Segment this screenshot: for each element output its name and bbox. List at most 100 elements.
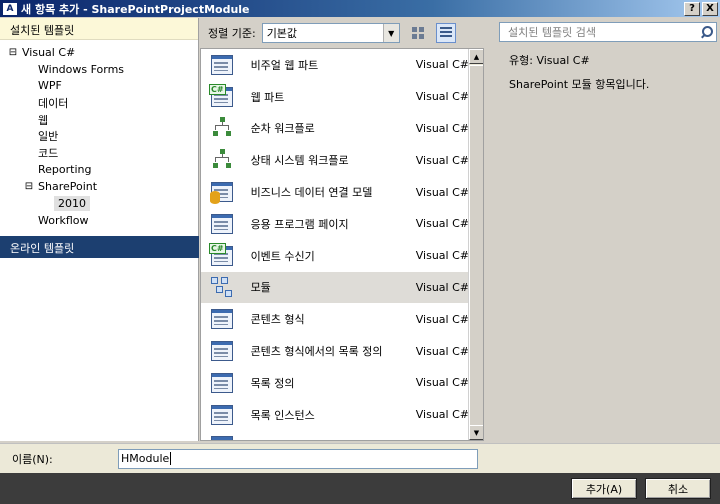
installed-templates-header[interactable]: 설치된 템플릿 (0, 18, 198, 40)
name-label: 이름(N): (12, 452, 53, 466)
search-input[interactable]: 설치된 템플릿 검색 (499, 22, 717, 42)
template-category-pane: 설치된 템플릿 ⊟ Visual C# Windows Forms WPF 데이터웹 일반… (0, 18, 199, 441)
name-field-value: HModule (121, 452, 170, 465)
text-caret (170, 452, 172, 465)
template-language: Visual C# (415, 280, 469, 294)
template-name: 빈 요소 (251, 438, 416, 440)
application-page-icon (209, 211, 235, 237)
template-language: Visual C# (416, 440, 469, 441)
template-item[interactable]: 비주얼 웹 파트 Visual C# (201, 49, 469, 81)
template-item[interactable]: 비즈니스 데이터 연결 모델 Visual C# (201, 176, 469, 208)
collapse-toggle-icon[interactable]: ⊟ (8, 47, 18, 58)
module-icon (209, 274, 235, 300)
tree-item-label: SharePoint (38, 180, 98, 194)
tree-item[interactable]: Workflow (0, 212, 198, 229)
sort-dropdown[interactable]: 기본값 ▼ (261, 23, 400, 43)
template-item[interactable]: 콘텐츠 형식에서의 목록 정의 Visual C# (201, 335, 469, 367)
business-data-model-icon (209, 179, 235, 205)
content-type-icon (209, 306, 235, 332)
template-item[interactable]: 상태 시스템 워크플로 Visual C# (201, 144, 469, 176)
category-tree: ⊟ Visual C# Windows Forms WPF 데이터웹 일반코드 Report… (0, 40, 198, 229)
sort-selected-value: 기본값 (266, 27, 298, 40)
name-field[interactable]: HModule (118, 448, 478, 469)
template-item[interactable]: C# 웹 파트 Visual C# (201, 81, 469, 113)
search-placeholder: 설치된 템플릿 검색 (508, 26, 596, 39)
list-definition-from-content-type-icon (209, 338, 235, 364)
empty-element-icon (209, 433, 235, 440)
template-name: 모듈 (250, 281, 271, 295)
template-name: 콘텐츠 형식 (250, 313, 305, 327)
template-items: 비주얼 웹 파트 Visual C# C# 웹 파트 Visual C# 순차 워크플로 V… (201, 49, 469, 441)
template-language: Visual C# (415, 153, 469, 167)
template-name: 비즈니스 데이터 연결 모델 (250, 186, 373, 200)
template-type-line: 유형: Visual C# (509, 54, 590, 67)
search-icon[interactable] (698, 24, 714, 40)
close-button[interactable]: X (702, 1, 718, 16)
tree-item[interactable]: ⊟ Visual C# (0, 44, 198, 61)
template-item[interactable]: C# 이벤트 수신기 Visual C# (201, 240, 469, 272)
online-templates-item[interactable]: 온라인 템플릿 (0, 236, 199, 258)
event-receiver-icon: C# (209, 242, 235, 269)
title-bar: A 새 항목 추가 - SharePointProjectModule ? X (0, 0, 720, 17)
sort-label: 정렬 기준: (208, 27, 256, 40)
template-item[interactable]: 목록 정의 Visual C# (201, 367, 469, 399)
tree-item[interactable]: 코드 (0, 145, 198, 162)
list-view-button[interactable] (435, 23, 456, 43)
scroll-up-button[interactable]: ▲ (469, 49, 483, 64)
template-item[interactable]: 순차 워크플로 Visual C# (201, 113, 469, 145)
template-item[interactable]: 모듈 Visual C# (201, 271, 469, 304)
tree-item-label: Workflow (38, 213, 89, 227)
collapse-toggle-icon[interactable]: ⊟ (24, 181, 34, 192)
scroll-down-button[interactable]: ▼ (469, 425, 483, 440)
small-icons-view-button[interactable] (408, 23, 428, 43)
help-button[interactable]: ? (684, 1, 700, 16)
dialog-button-bar: 추가(A) 취소 (0, 473, 720, 504)
tree-item-label: WPF (38, 79, 62, 93)
template-list-scrollbar[interactable]: ▲ ▼ (468, 49, 483, 440)
webpart-icon: C# (209, 83, 235, 110)
name-row: 이름(N): HModule (0, 443, 720, 473)
tree-item-label: Windows Forms (38, 62, 125, 76)
sequential-workflow-icon (209, 115, 235, 141)
template-name: 목록 정의 (250, 376, 295, 390)
template-description-pane: 유형: Visual C# SharePoint 모듈 항목입니다. (499, 48, 717, 441)
list-view-icon (439, 27, 452, 39)
list-definition-icon (209, 370, 235, 396)
tree-item-label: 웹 (38, 113, 49, 127)
tree-item-label: 코드 (38, 147, 59, 161)
cancel-button[interactable]: 취소 (645, 478, 711, 499)
template-language: Visual C# (415, 90, 469, 104)
template-description: SharePoint 모듈 항목입니다. (509, 78, 650, 91)
tree-item[interactable]: WPF (0, 78, 198, 95)
template-item[interactable]: 응용 프로그램 페이지 Visual C# (201, 208, 469, 240)
grid-view-icon (411, 27, 424, 39)
template-language: Visual C# (415, 121, 469, 135)
state-machine-workflow-icon (209, 147, 235, 173)
template-language: Visual C# (415, 217, 469, 231)
tree-item[interactable]: 2010 (0, 195, 198, 212)
tree-item-label: Reporting (38, 163, 92, 177)
tree-item-label: 데이터 (38, 96, 69, 110)
window-title: 새 항목 추가 - SharePointProjectModule (21, 2, 250, 16)
template-item[interactable]: 빈 요소Visual C# (201, 431, 469, 441)
template-name: 상태 시스템 워크플로 (250, 154, 349, 168)
template-name: 비주얼 웹 파트 (250, 58, 319, 72)
template-language: Visual C# (415, 249, 469, 263)
scroll-thumb[interactable] (469, 65, 483, 429)
template-item[interactable]: 콘텐츠 형식 Visual C# (201, 303, 469, 335)
template-item[interactable]: 목록 인스턴스 Visual C# (201, 399, 469, 431)
tree-item-label: 2010 (54, 196, 90, 212)
template-list: 비주얼 웹 파트 Visual C# C# 웹 파트 Visual C# 순차 워크플로 V… (200, 48, 484, 441)
add-button[interactable]: 추가(A) (571, 478, 637, 499)
template-name: 목록 인스턴스 (250, 408, 315, 422)
tree-item[interactable]: 웹 (0, 111, 198, 128)
tree-item[interactable]: ⊟ SharePoint (0, 178, 198, 195)
tree-item-label: Visual C# (22, 45, 76, 59)
tree-item[interactable]: 일반 (0, 128, 198, 145)
chevron-down-icon[interactable]: ▼ (382, 24, 399, 42)
tree-item[interactable]: Windows Forms (0, 61, 198, 78)
tree-item[interactable]: 데이터 (0, 94, 198, 111)
sort-toolbar: 정렬 기준: 기본값 ▼ (200, 18, 485, 48)
tree-item[interactable]: Reporting (0, 162, 198, 179)
template-language: Visual C# (415, 185, 469, 199)
